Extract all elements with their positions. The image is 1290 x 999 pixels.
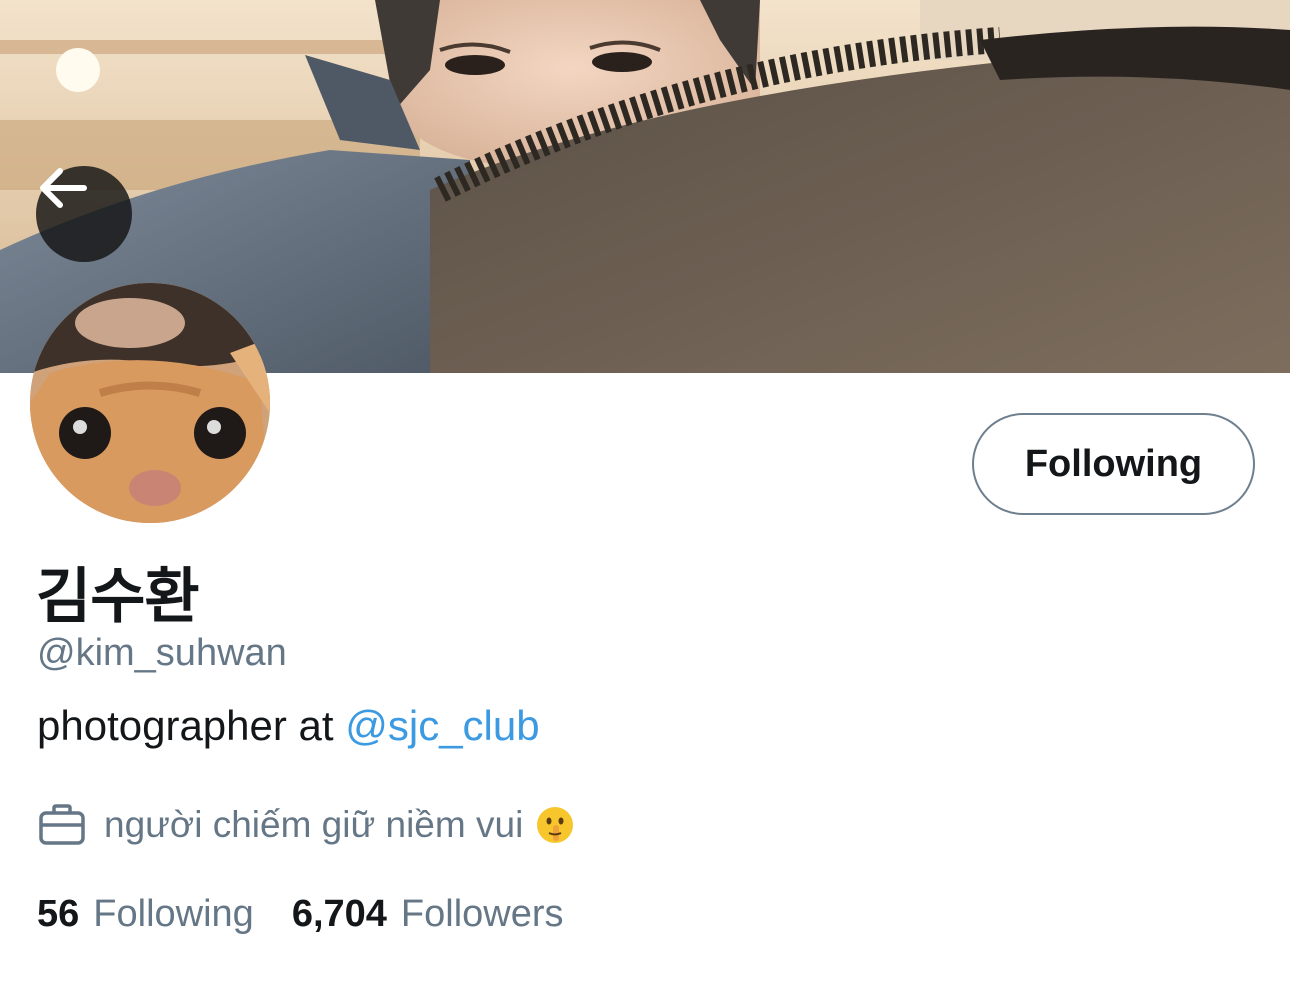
back-button[interactable]: [36, 166, 132, 262]
followers-label: Followers: [400, 893, 564, 935]
avatar-photo: [30, 283, 270, 523]
shushing-face-icon: [535, 805, 575, 845]
profile-handle: @kim_suhwan: [37, 632, 287, 674]
followers-count: 6,704: [291, 893, 387, 935]
occupation-text: người chiếm giữ niềm vui: [104, 804, 524, 845]
following-label: Following: [93, 893, 254, 935]
bio: photographer at @sjc_club: [37, 702, 540, 750]
following-button[interactable]: Following: [972, 413, 1255, 515]
avatar[interactable]: [30, 283, 270, 523]
follow-stats: 56 Following 6,704 Followers: [37, 893, 564, 936]
occupation-row: người chiếm giữ niềm vui: [38, 800, 575, 850]
bio-text: photographer at: [37, 702, 346, 749]
following-count: 56: [37, 893, 80, 935]
following-stat[interactable]: 56 Following: [37, 893, 254, 936]
followers-stat[interactable]: 6,704 Followers: [292, 893, 564, 936]
display-name: 김수환: [36, 562, 200, 632]
bio-mention-link[interactable]: @sjc_club: [345, 702, 539, 749]
arrow-left-icon: [40, 168, 87, 208]
briefcase-icon: [39, 804, 85, 845]
